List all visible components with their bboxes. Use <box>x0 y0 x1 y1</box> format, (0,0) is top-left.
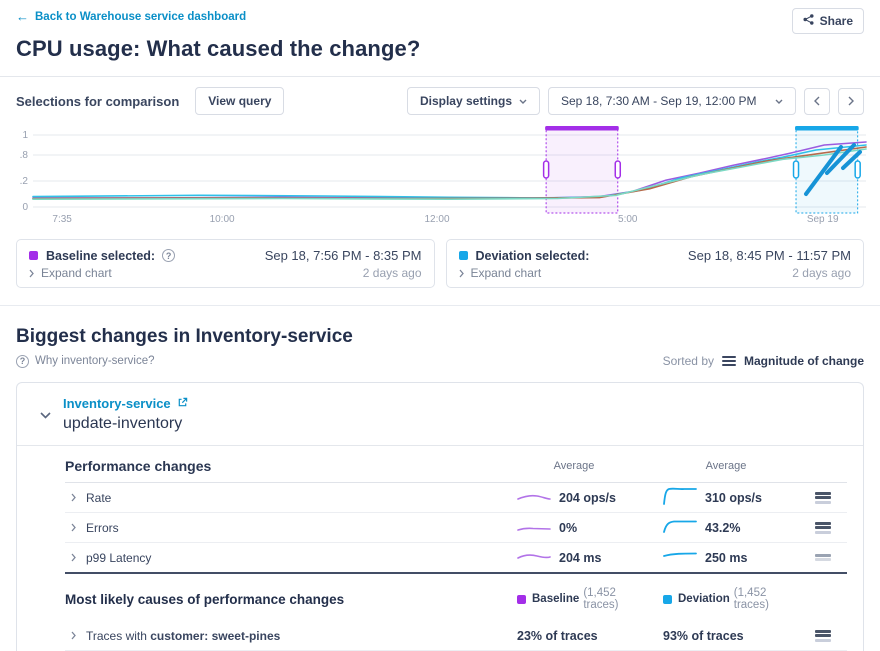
cause-row-sweet-pines[interactable]: Traces with customer: sweet-pines 23% of… <box>65 621 847 651</box>
baseline-sparkline <box>517 520 551 535</box>
baseline-range: Sep 18, 7:56 PM - 8:35 PM <box>265 248 422 263</box>
share-button[interactable]: Share <box>792 8 864 34</box>
baseline-sparkline <box>517 550 551 565</box>
baseline-swatch <box>29 251 38 260</box>
sort-icon[interactable] <box>722 356 736 366</box>
sort-value[interactable]: Magnitude of change <box>744 354 864 368</box>
causes-title: Most likely causes of performance change… <box>65 592 495 607</box>
magnitude-of-change-icon[interactable] <box>815 522 831 534</box>
biggest-changes-header: Biggest changes in Inventory-service ? W… <box>16 326 864 368</box>
baseline-sparkline <box>517 490 551 505</box>
comparison-chart[interactable]: 1 .8 .2 0 7:35 10:00 12:00 5:00 Sep 19 <box>0 121 880 229</box>
selections-label: Selections for comparison <box>16 94 179 109</box>
baseline-label: Baseline selected: <box>46 249 155 263</box>
deviation-label: Deviation selected: <box>476 249 590 263</box>
next-time-button[interactable] <box>838 88 864 115</box>
performance-changes-title: Performance changes <box>65 458 495 474</box>
display-settings-button[interactable]: Display settings <box>407 87 540 115</box>
svg-text:12:00: 12:00 <box>424 214 449 225</box>
sorted-by-control: Sorted by Magnitude of change <box>663 354 864 368</box>
comparison-chart-svg[interactable]: 1 .8 .2 0 7:35 10:00 12:00 5:00 Sep 19 <box>0 121 880 226</box>
view-query-button[interactable]: View query <box>195 87 284 115</box>
operation-name: update-inventory <box>63 415 188 433</box>
date-range-value: Sep 18, 7:30 AM - Sep 19, 12:00 PM <box>561 94 756 108</box>
deviation-swatch <box>459 251 468 260</box>
perf-row-errors[interactable]: Errors 0% 43.2% <box>65 513 847 543</box>
svg-text:.8: .8 <box>20 150 29 161</box>
svg-text:1: 1 <box>22 130 28 141</box>
perf-row-rate[interactable]: Rate 204 ops/s 310 ops/s <box>65 483 847 513</box>
chevron-right-icon[interactable] <box>71 523 76 532</box>
page-title: CPU usage: What caused the change? <box>16 36 864 62</box>
deviation-card: Deviation selected: Sep 18, 8:45 PM - 11… <box>446 239 865 288</box>
baseline-expand-chart[interactable]: Expand chart <box>29 266 112 280</box>
comparison-toolbar: Selections for comparison View query Dis… <box>0 77 880 119</box>
back-arrow-icon: ← <box>16 10 29 23</box>
why-inventory-service-link[interactable]: ? Why inventory-service? <box>16 355 155 368</box>
chevron-right-icon <box>459 269 464 278</box>
chevron-right-icon <box>848 96 854 106</box>
baseline-average-header: Average <box>495 460 653 472</box>
back-link-label: Back to Warehouse service dashboard <box>35 11 246 23</box>
service-card-header[interactable]: Inventory-service update-inventory <box>17 383 863 446</box>
chevron-right-icon[interactable] <box>71 631 76 640</box>
magnitude-of-change-icon[interactable] <box>815 554 831 562</box>
svg-text:7:35: 7:35 <box>52 214 72 225</box>
deviation-expand-chart[interactable]: Expand chart <box>459 266 542 280</box>
causes-header: Most likely causes of performance change… <box>65 572 847 621</box>
chevron-down-icon <box>519 99 527 104</box>
inventory-service-link[interactable]: Inventory-service <box>63 396 171 411</box>
deviation-sparkline <box>663 518 697 537</box>
magnitude-of-change-icon[interactable] <box>815 492 831 504</box>
prev-time-button[interactable] <box>804 88 830 115</box>
perf-row-p99-latency[interactable]: p99 Latency 204 ms 250 ms <box>65 543 847 573</box>
performance-changes-section: Performance changes Average Average Rate… <box>17 446 863 651</box>
chevron-right-icon[interactable] <box>71 493 76 502</box>
sorted-by-label: Sorted by <box>663 354 714 368</box>
svg-text:.2: .2 <box>20 176 29 187</box>
deviation-legend: Deviation (1,452 traces) <box>653 587 799 611</box>
svg-text:5:00: 5:00 <box>618 214 638 225</box>
baseline-swatch <box>517 595 526 604</box>
deviation-average-header: Average <box>653 460 799 472</box>
chevron-right-icon[interactable] <box>71 553 76 562</box>
svg-text:10:00: 10:00 <box>210 214 235 225</box>
section-divider <box>0 305 880 306</box>
magnitude-of-change-icon[interactable] <box>815 630 831 642</box>
help-icon[interactable]: ? <box>162 249 175 262</box>
svg-text:Sep 19: Sep 19 <box>807 214 839 225</box>
page-header: ← Back to Warehouse service dashboard Sh… <box>0 0 880 62</box>
share-icon <box>803 14 814 28</box>
deviation-sparkline <box>663 486 697 509</box>
deviation-swatch <box>663 595 672 604</box>
biggest-changes-title: Biggest changes in Inventory-service <box>16 326 864 348</box>
chevron-down-icon <box>775 99 783 104</box>
deviation-sparkline <box>663 550 697 565</box>
inventory-service-card: Inventory-service update-inventory Perfo… <box>16 382 864 651</box>
back-link[interactable]: ← Back to Warehouse service dashboard <box>16 10 246 23</box>
external-link-icon <box>177 397 188 411</box>
deviation-ago: 2 days ago <box>792 266 851 280</box>
baseline-legend: Baseline (1,452 traces) <box>495 587 653 611</box>
deviation-range: Sep 18, 8:45 PM - 11:57 PM <box>688 248 851 263</box>
baseline-card: Baseline selected: ? Sep 18, 7:56 PM - 8… <box>16 239 435 288</box>
chevron-right-icon <box>29 269 34 278</box>
baseline-ago: 2 days ago <box>363 266 422 280</box>
chevron-left-icon <box>814 96 820 106</box>
chevron-down-icon[interactable] <box>40 408 51 422</box>
date-range-select[interactable]: Sep 18, 7:30 AM - Sep 19, 12:00 PM <box>548 87 796 115</box>
svg-text:0: 0 <box>22 202 28 213</box>
help-icon: ? <box>16 355 29 368</box>
share-label: Share <box>820 14 853 28</box>
toolbar-right: Display settings Sep 18, 7:30 AM - Sep 1… <box>407 87 864 115</box>
selection-cards: Baseline selected: ? Sep 18, 7:56 PM - 8… <box>16 239 864 288</box>
